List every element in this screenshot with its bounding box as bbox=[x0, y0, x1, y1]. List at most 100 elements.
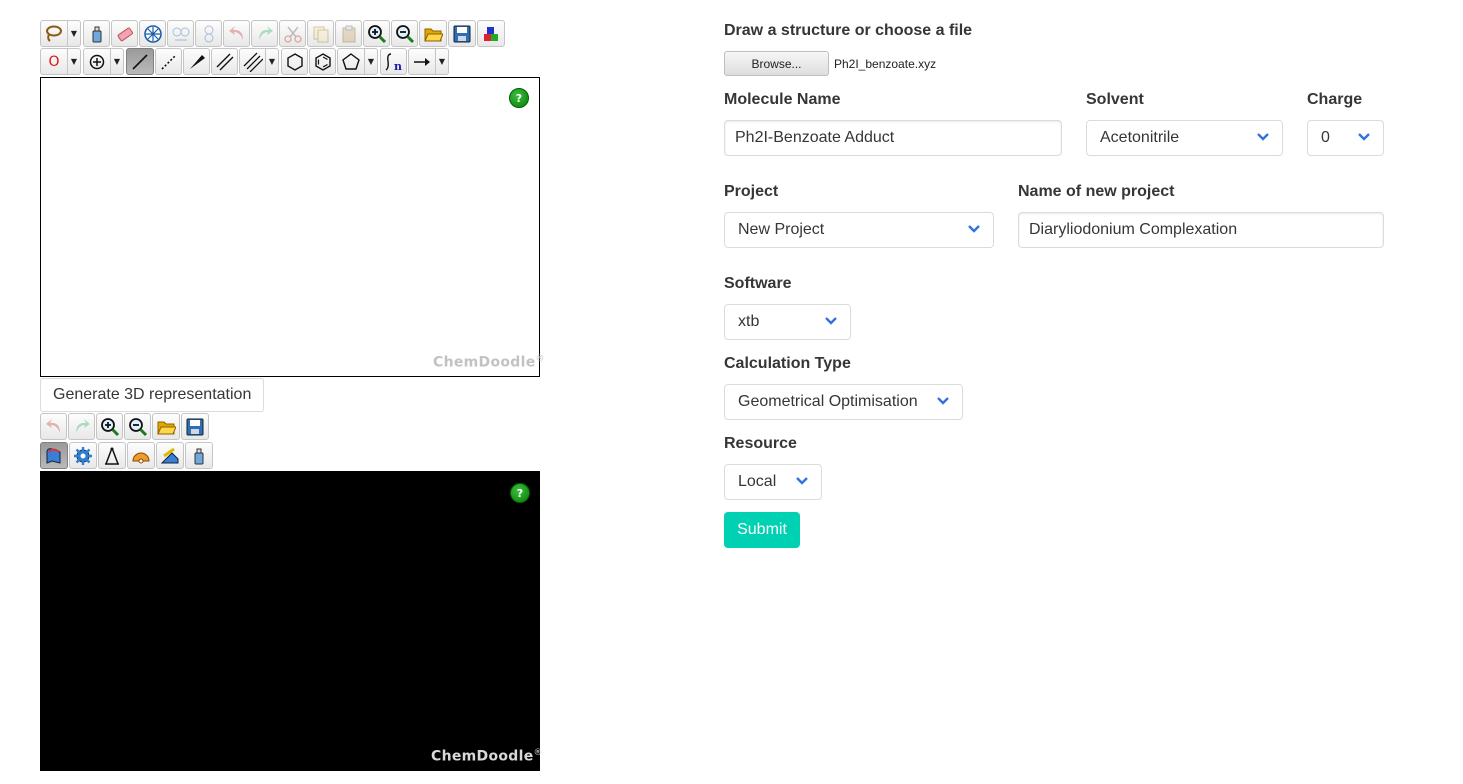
solvent-select[interactable]: Acetonitrile bbox=[1086, 120, 1283, 156]
chevron-down-icon bbox=[1257, 133, 1269, 141]
new-project-label: Name of new project bbox=[1018, 183, 1175, 200]
wedge-bond-button[interactable] bbox=[183, 48, 210, 75]
caret-down-icon: ▼ bbox=[367, 57, 375, 66]
double-bond-icon bbox=[216, 53, 233, 70]
new-project-value: Diaryliodonium Complexation bbox=[1029, 221, 1238, 238]
software-label: Software bbox=[724, 275, 792, 292]
charge-dropdown-button[interactable]: ▼ bbox=[111, 48, 124, 75]
distance-icon bbox=[105, 447, 119, 465]
rotate-button[interactable] bbox=[40, 442, 68, 469]
viewer-3d-canvas[interactable]: ? ChemDoodle® bbox=[40, 471, 543, 771]
lasso-icon bbox=[46, 25, 62, 42]
templates-icon bbox=[484, 26, 498, 41]
molecule-name-value: Ph2I-Benzoate Adduct bbox=[735, 129, 895, 146]
watermark-registered: ® bbox=[535, 354, 545, 364]
lasso-button[interactable] bbox=[40, 20, 68, 47]
angle-button[interactable] bbox=[127, 442, 155, 469]
center-icon bbox=[143, 24, 162, 43]
templates-button[interactable] bbox=[477, 20, 505, 47]
copy-button[interactable] bbox=[307, 20, 334, 47]
bond-dropdown-button[interactable]: ▼ bbox=[266, 48, 279, 75]
single-bond-button[interactable] bbox=[126, 48, 154, 75]
help-icon[interactable]: ? bbox=[510, 483, 530, 503]
benzene-button[interactable] bbox=[309, 48, 336, 75]
viewer-zoom-in-button[interactable] bbox=[96, 413, 123, 440]
torsion-button[interactable] bbox=[156, 442, 184, 469]
cut-button[interactable] bbox=[279, 20, 306, 47]
viewer-open-button[interactable] bbox=[152, 413, 180, 440]
sketcher-toolbar-row2: O ▼ ▼ ▼ ▼ n ▼ bbox=[40, 48, 451, 75]
project-select[interactable]: New Project bbox=[724, 212, 994, 248]
undo-button[interactable] bbox=[223, 20, 250, 47]
lasso-dropdown-button[interactable]: ▼ bbox=[68, 20, 81, 47]
arrow-button[interactable] bbox=[408, 48, 436, 75]
submit-label: Submit bbox=[737, 521, 787, 538]
redo-button[interactable] bbox=[251, 20, 278, 47]
viewer-save-button[interactable] bbox=[181, 413, 209, 440]
center-button[interactable] bbox=[139, 20, 166, 47]
viewer-redo-button[interactable] bbox=[68, 413, 95, 440]
molecule-name-label: Molecule Name bbox=[724, 91, 841, 108]
repeat-unit-icon: n bbox=[385, 52, 402, 72]
rotate-icon bbox=[46, 447, 61, 464]
caret-down-icon: ▼ bbox=[438, 57, 446, 66]
repeat-unit-button[interactable]: n bbox=[380, 48, 407, 75]
charge-select[interactable]: 0 bbox=[1307, 120, 1384, 156]
zoom-out-icon bbox=[128, 417, 147, 436]
eraser-button[interactable] bbox=[111, 20, 138, 47]
save-button[interactable] bbox=[448, 20, 476, 47]
resource-select[interactable]: Local bbox=[724, 464, 822, 500]
viewer-zoom-out-button[interactable] bbox=[124, 413, 151, 440]
browse-button[interactable]: Browse... bbox=[724, 51, 829, 76]
wedge-bond-icon bbox=[189, 54, 205, 69]
distance-button[interactable] bbox=[98, 442, 126, 469]
open-button[interactable] bbox=[419, 20, 447, 47]
generate-3d-label: Generate 3D representation bbox=[53, 386, 252, 403]
paste-button[interactable] bbox=[335, 20, 362, 47]
calc-type-label: Calculation Type bbox=[724, 355, 851, 372]
dashed-bond-icon bbox=[160, 53, 177, 70]
dashed-bond-button[interactable] bbox=[155, 48, 182, 75]
resource-label: Resource bbox=[724, 435, 797, 452]
software-select[interactable]: xtb bbox=[724, 304, 851, 340]
ring-dropdown-button[interactable]: ▼ bbox=[365, 48, 378, 75]
pentagon-button[interactable] bbox=[337, 48, 365, 75]
element-dropdown-button[interactable]: ▼ bbox=[68, 48, 81, 75]
zoom-out-button[interactable] bbox=[391, 20, 418, 47]
molecule-name-input[interactable]: Ph2I-Benzoate Adduct bbox=[724, 120, 1062, 156]
flip-vertical-button[interactable] bbox=[195, 20, 222, 47]
clear-button[interactable] bbox=[83, 20, 110, 47]
new-project-input[interactable]: Diaryliodonium Complexation bbox=[1018, 212, 1384, 248]
triple-bond-button[interactable] bbox=[239, 48, 266, 75]
gear-icon bbox=[74, 446, 92, 465]
benzene-icon bbox=[314, 52, 331, 71]
help-label: ? bbox=[515, 91, 523, 105]
flip-horizontal-button[interactable] bbox=[167, 20, 194, 47]
zoom-in-button[interactable] bbox=[363, 20, 390, 47]
cyclohexane-icon bbox=[286, 52, 303, 71]
caret-down-icon: ▼ bbox=[70, 29, 78, 38]
viewer-clear-button[interactable] bbox=[185, 442, 213, 469]
caret-down-icon: ▼ bbox=[113, 57, 121, 66]
caret-down-icon: ▼ bbox=[268, 57, 276, 66]
pentagon-icon bbox=[342, 52, 360, 70]
sketcher-canvas[interactable]: ? ChemDoodle® bbox=[40, 77, 545, 377]
help-icon[interactable]: ? bbox=[509, 88, 529, 108]
cyclohexane-button[interactable] bbox=[281, 48, 308, 75]
calc-type-select[interactable]: Geometrical Optimisation bbox=[724, 384, 963, 420]
charge-button[interactable] bbox=[83, 48, 111, 75]
browse-label: Browse... bbox=[751, 56, 802, 71]
save-icon bbox=[453, 25, 471, 42]
arrow-dropdown-button[interactable]: ▼ bbox=[436, 48, 449, 75]
charge-label: Charge bbox=[1307, 91, 1363, 108]
paste-icon bbox=[342, 25, 355, 42]
submit-button[interactable]: Submit bbox=[724, 512, 800, 548]
redo-icon bbox=[258, 25, 273, 40]
viewer-undo-button[interactable] bbox=[40, 413, 67, 440]
double-bond-button[interactable] bbox=[211, 48, 238, 75]
caret-down-icon: ▼ bbox=[70, 57, 78, 66]
element-button[interactable]: O bbox=[40, 48, 68, 75]
single-bond-icon bbox=[132, 53, 148, 70]
generate-3d-button[interactable]: Generate 3D representation bbox=[40, 378, 265, 412]
viewer-settings-button[interactable] bbox=[69, 442, 97, 469]
